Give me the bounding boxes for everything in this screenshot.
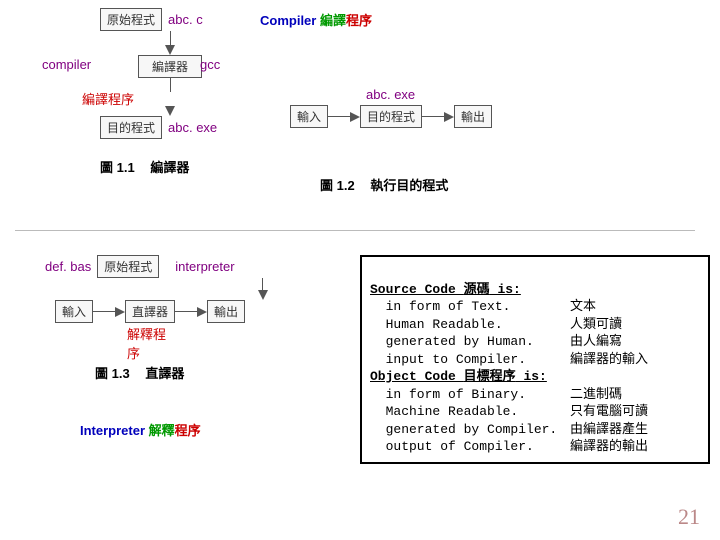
fig2-row: 輸入 abc. exe 目的程式 輸出 [290,105,492,128]
fig3-area: def. bas 原始程式 interpreter 輸入 直譯器 解釋程序 輸出… [55,255,375,382]
fig3-title: 直譯器 [145,366,184,381]
title-interpreter-en: Interpreter [80,423,149,438]
fig3-num: 圖 1.3 [95,366,130,381]
compiler-en-label: compiler [42,57,91,72]
cb-l2b: 文本 [570,298,596,316]
fig2-input-box: 輸入 [290,105,328,128]
cb-l4a: generated by Human. [370,333,570,351]
compile-step-label: 編譯程序 [82,89,134,108]
fig3-source-file: def. bas [45,259,91,274]
cb-l8a: Machine Readable. [370,403,570,421]
title-interpreter-zh2: 程序 [175,423,201,438]
cb-l5a: input to Compiler. [370,351,570,369]
cb-l10a: output of Compiler. [370,438,570,456]
gcc-label: gcc [200,57,220,72]
fig1-object-box: 目的程式 [100,116,162,139]
fig1-num: 圖 1.1 [100,160,135,175]
title-interpreter: Interpreter 解釋程序 [80,420,201,439]
cb-l9a: generated by Compiler. [370,421,570,439]
page-number: 21 [678,504,700,530]
cb-l1b: 源碼 [464,282,490,297]
cb-l6a: Object Code [370,369,464,384]
fig2-title: 執行目的程式 [370,178,448,193]
cb-l1c: is: [490,282,521,297]
fig2-object-box: 目的程式 [360,105,422,128]
fig1-title: 編譯器 [150,160,189,175]
interpret-step-label: 解釋程序 [127,324,175,362]
cb-l3a: Human Readable. [370,316,570,334]
fig1-column: 原始程式 abc. c compiler 編譯器 gcc 編譯程序 目的程式 a… [100,8,240,176]
fig1-source-box: 原始程式 [100,8,162,31]
cb-l6b: 目標程序 [464,369,516,384]
definition-box: Source Code 源碼 is: in form of Text.文本 Hu… [360,255,710,464]
cb-l5b: 編譯器的輸入 [570,351,648,369]
cb-l1a: Source Code [370,282,464,297]
cb-l7a: in form of Binary. [370,386,570,404]
cb-l9b: 由編譯器產生 [570,421,648,439]
cb-l4b: 由人編寫 [570,333,622,351]
cb-l2a: in form of Text. [370,298,570,316]
fig2-num: 圖 1.2 [320,178,355,193]
separator [15,230,695,231]
interpreter-en-label: interpreter [175,259,234,274]
fig1-object-file: abc. exe [168,120,217,135]
title-compiler: Compiler 編譯程序 [260,10,372,29]
title-interpreter-zh1: 解釋 [149,423,175,438]
fig2-caption: 圖 1.2 執行目的程式 [320,175,448,194]
title-compiler-zh2: 程序 [346,13,372,28]
cb-l7b: 二進制碼 [570,386,622,404]
fig2-output-box: 輸出 [454,105,492,128]
title-compiler-zh1: 編譯 [320,13,346,28]
fig3-input-box: 輸入 [55,300,93,323]
fig3-output-box: 輸出 [207,300,245,323]
cb-l3b: 人類可讀 [570,316,622,334]
fig1-compiler-box: 編譯器 [138,55,202,78]
fig2-obj-file: abc. exe [366,87,415,102]
fig1-source-file: abc. c [168,12,203,27]
cb-l10b: 編譯器的輸出 [570,438,648,456]
fig3-source-box: 原始程式 [97,255,159,278]
cb-l8b: 只有電腦可讀 [570,403,648,421]
cb-l6c: is: [516,369,547,384]
fig3-interp-box: 直譯器 [125,300,175,323]
title-compiler-en: Compiler [260,13,320,28]
